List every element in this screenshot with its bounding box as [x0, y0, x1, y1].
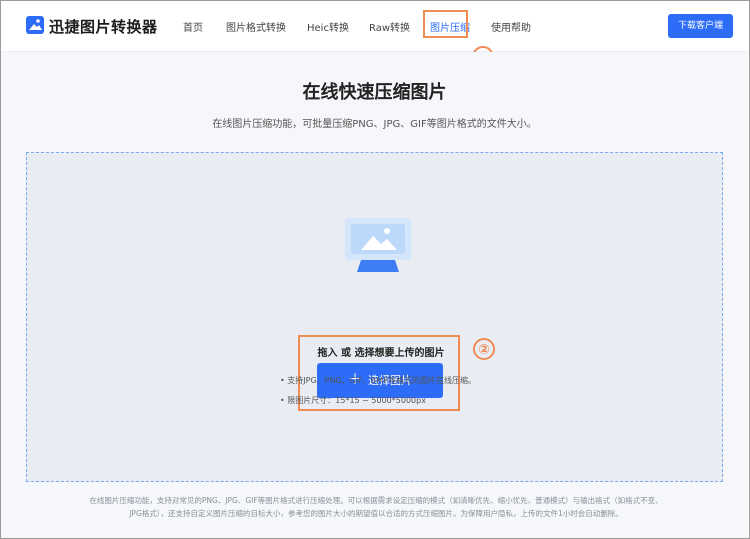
footer-line-1: 在线图片压缩功能，支持对常见的PNG、JPG、GIF等图片格式进行压缩处理。可以… [89, 496, 663, 505]
footer-line-2: JPG格式），还支持自定义图片压缩的目标大小，参考您的图片大小的期望值以合适的方… [129, 509, 623, 518]
annotation-box-nav [423, 10, 468, 38]
top-nav-bar: 迅捷图片转换器 首页 图片格式转换 Heic转换 Raw转换 图片压缩 使用帮助… [1, 1, 748, 52]
nav-item-heic[interactable]: Heic转换 [307, 19, 349, 34]
image-upload-illustration-icon [343, 216, 413, 276]
nav-item-format-convert[interactable]: 图片格式转换 [226, 19, 286, 34]
page-subtitle: 在线图片压缩功能，可批量压缩PNG、JPG、GIF等图片格式的文件大小。 [212, 119, 537, 130]
logo-icon [26, 16, 44, 34]
footer-description: 在线图片压缩功能，支持对常见的PNG、JPG、GIF等图片格式进行压缩处理。可以… [56, 494, 696, 520]
nav-item-home[interactable]: 首页 [183, 19, 203, 34]
annotation-marker-2: ② [473, 338, 495, 360]
nav-item-help[interactable]: 使用帮助 [491, 19, 531, 34]
main-content: 在线快速压缩图片 在线图片压缩功能，可批量压缩PNG、JPG、GIF等图片格式的… [1, 52, 748, 538]
download-client-button[interactable]: 下载客户端 [668, 14, 733, 38]
logo-text[interactable]: 迅捷图片转换器 [49, 16, 158, 37]
drop-hint-text: 拖入 或 选择想要上传的图片 [317, 348, 445, 359]
page-title: 在线快速压缩图片 [302, 82, 447, 103]
upload-dropzone[interactable] [26, 152, 723, 482]
format-hint: • 支持JPG、PNG、GIF、BMP等格式的图片在线压缩。 [280, 376, 477, 385]
size-hint: • 限图片尺寸：15*15 ~ 5000*5000px [280, 396, 426, 405]
nav-item-raw[interactable]: Raw转换 [369, 19, 410, 34]
